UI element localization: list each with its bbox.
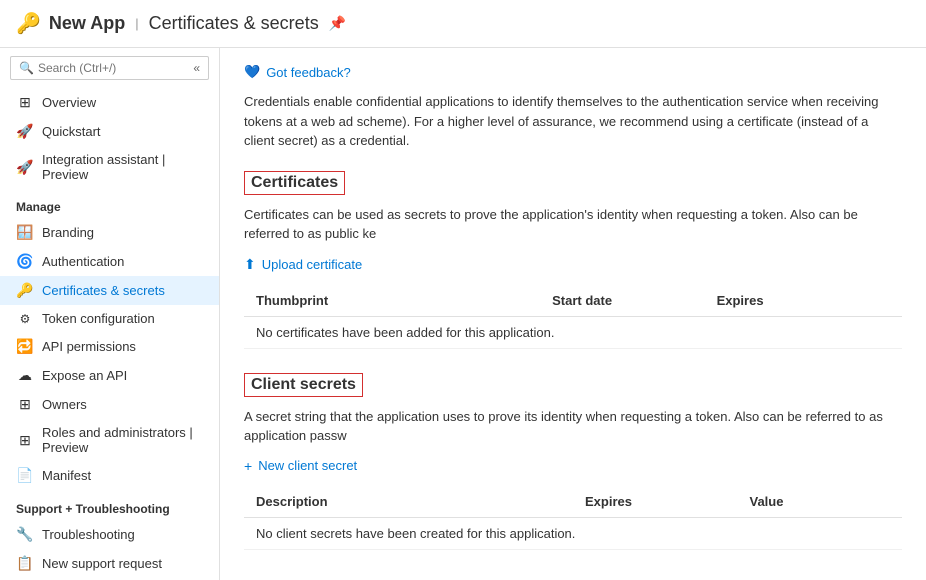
sidebar-item-troubleshooting[interactable]: 🔧 Troubleshooting xyxy=(0,520,219,549)
overview-icon: ⊞ xyxy=(16,94,34,111)
certificates-section-title: Certificates xyxy=(244,171,345,195)
plus-icon: + xyxy=(244,458,252,474)
col-expires: Expires xyxy=(573,486,738,518)
manifest-icon: 📄 xyxy=(16,467,34,484)
table-row: No certificates have been added for this… xyxy=(244,316,902,348)
certificates-description: Certificates can be used as secrets to p… xyxy=(244,205,902,244)
main-layout: 🔍 « ⊞ Overview 🚀 Quickstart 🚀 Integratio… xyxy=(0,48,926,580)
upload-icon: ⬆ xyxy=(244,256,256,273)
col-startdate: Start date xyxy=(540,285,705,317)
sidebar-item-certificates[interactable]: 🔑 Certificates & secrets xyxy=(0,276,219,305)
integration-icon: 🚀 xyxy=(16,159,34,176)
support-section-header: Support + Troubleshooting xyxy=(0,490,219,520)
sidebar-item-label: Token configuration xyxy=(42,311,155,326)
sidebar-item-label: Integration assistant | Preview xyxy=(42,152,203,182)
client-secrets-section-title: Client secrets xyxy=(244,373,363,397)
certificates-icon: 🔑 xyxy=(16,282,34,299)
sidebar-item-token[interactable]: ⚙ Token configuration xyxy=(0,305,219,332)
sidebar-item-label: Owners xyxy=(42,397,87,412)
col-expires: Expires xyxy=(705,285,902,317)
client-secrets-section: Client secrets A secret string that the … xyxy=(244,373,902,550)
sidebar-item-roles[interactable]: ⊞ Roles and administrators | Preview xyxy=(0,419,219,461)
troubleshooting-icon: 🔧 xyxy=(16,526,34,543)
sidebar-item-label: Branding xyxy=(42,225,94,240)
sidebar-item-api-permissions[interactable]: 🔁 API permissions xyxy=(0,332,219,361)
sidebar-item-quickstart[interactable]: 🚀 Quickstart xyxy=(0,117,219,146)
quickstart-icon: 🚀 xyxy=(16,123,34,140)
main-description: Credentials enable confidential applicat… xyxy=(244,92,902,151)
search-box[interactable]: 🔍 « xyxy=(10,56,209,80)
manage-section-header: Manage xyxy=(0,188,219,218)
pin-icon[interactable]: 📌 xyxy=(329,15,346,32)
table-row: No client secrets have been created for … xyxy=(244,517,902,549)
api-permissions-icon: 🔁 xyxy=(16,338,34,355)
client-secrets-table: Description Expires Value No client secr… xyxy=(244,486,902,550)
app-name: New App xyxy=(49,13,125,34)
branding-icon: 🪟 xyxy=(16,224,34,241)
upload-certificate-label: Upload certificate xyxy=(262,257,362,272)
sidebar-item-label: Roles and administrators | Preview xyxy=(42,425,203,455)
new-client-secret-button[interactable]: + New client secret xyxy=(244,458,357,474)
col-thumbprint: Thumbprint xyxy=(244,285,540,317)
sidebar-item-overview[interactable]: ⊞ Overview xyxy=(0,88,219,117)
sidebar-item-label: Manifest xyxy=(42,468,91,483)
sidebar: 🔍 « ⊞ Overview 🚀 Quickstart 🚀 Integratio… xyxy=(0,48,220,580)
secrets-empty-message: No client secrets have been created for … xyxy=(244,517,902,549)
page-title: Certificates & secrets xyxy=(149,13,319,34)
sidebar-item-label: Expose an API xyxy=(42,368,127,383)
heart-icon: 💙 xyxy=(244,64,260,80)
sidebar-item-expose-api[interactable]: ☁ Expose an API xyxy=(0,361,219,390)
sidebar-item-integration[interactable]: 🚀 Integration assistant | Preview xyxy=(0,146,219,188)
sidebar-item-label: Authentication xyxy=(42,254,124,269)
certificates-section: Certificates Certificates can be used as… xyxy=(244,171,902,349)
search-input[interactable] xyxy=(38,61,193,75)
sidebar-item-authentication[interactable]: 🌀 Authentication xyxy=(0,247,219,276)
token-icon: ⚙ xyxy=(16,312,34,326)
sidebar-item-label: Certificates & secrets xyxy=(42,283,165,298)
content-area: 💙 Got feedback? Credentials enable confi… xyxy=(220,48,926,580)
sidebar-item-branding[interactable]: 🪟 Branding xyxy=(0,218,219,247)
sidebar-item-label: Troubleshooting xyxy=(42,527,135,542)
feedback-bar[interactable]: 💙 Got feedback? xyxy=(244,64,902,80)
search-icon: 🔍 xyxy=(19,61,34,75)
sidebar-item-label: Quickstart xyxy=(42,124,101,139)
new-client-secret-label: New client secret xyxy=(258,458,357,473)
app-header: 🔑 New App | Certificates & secrets 📌 xyxy=(0,0,926,48)
sidebar-item-label: Overview xyxy=(42,95,96,110)
collapse-button[interactable]: « xyxy=(193,61,200,75)
support-icon: 📋 xyxy=(16,555,34,572)
roles-icon: ⊞ xyxy=(16,432,34,449)
client-secrets-description: A secret string that the application use… xyxy=(244,407,902,446)
sidebar-item-manifest[interactable]: 📄 Manifest xyxy=(0,461,219,490)
header-separator: | xyxy=(135,16,138,31)
app-icon: 🔑 xyxy=(16,11,41,36)
col-value: Value xyxy=(738,486,903,518)
upload-certificate-button[interactable]: ⬆ Upload certificate xyxy=(244,256,362,273)
sidebar-item-owners[interactable]: ⊞ Owners xyxy=(0,390,219,419)
authentication-icon: 🌀 xyxy=(16,253,34,270)
col-description: Description xyxy=(244,486,573,518)
owners-icon: ⊞ xyxy=(16,396,34,413)
expose-api-icon: ☁ xyxy=(16,367,34,384)
sidebar-item-label: New support request xyxy=(42,556,162,571)
certificates-empty-message: No certificates have been added for this… xyxy=(244,316,902,348)
sidebar-item-label: API permissions xyxy=(42,339,136,354)
certificates-table: Thumbprint Start date Expires No certifi… xyxy=(244,285,902,349)
feedback-text: Got feedback? xyxy=(266,65,351,80)
sidebar-item-support-request[interactable]: 📋 New support request xyxy=(0,549,219,578)
